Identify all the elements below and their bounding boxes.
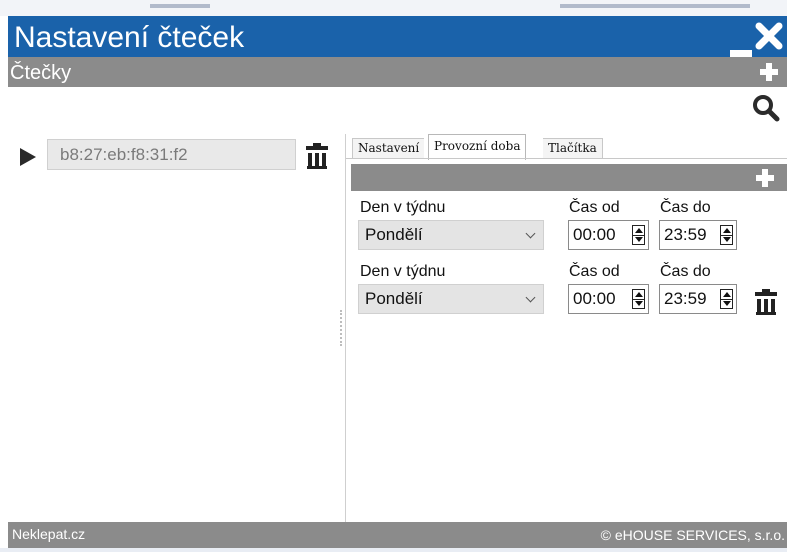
day-label: Den v týdnu: [360, 263, 446, 280]
reader-detail-panel: Nastavení Provozní doba Tlačítka Den v t…: [345, 134, 787, 522]
close-icon[interactable]: [754, 21, 784, 51]
chevron-down-icon: [525, 228, 536, 239]
window-title: Nastavení čteček: [14, 21, 245, 54]
window-titlebar: Nastavení čteček: [8, 16, 787, 57]
reader-id-field[interactable]: b8:27:eb:f8:31:f2: [47, 139, 296, 170]
tab-provozni-doba[interactable]: Provozní doba: [428, 134, 527, 160]
spinner-arrows-icon[interactable]: [720, 225, 733, 245]
time-to-value: 23:59: [664, 225, 707, 244]
time-to-label: Čas do: [660, 263, 711, 280]
triangle-right-icon[interactable]: [20, 148, 36, 166]
time-from-value: 00:00: [573, 289, 616, 308]
chevron-down-icon: [525, 292, 536, 303]
tab-nastaveni[interactable]: Nastavení: [352, 138, 425, 159]
time-to-input[interactable]: 23:59: [659, 284, 737, 314]
tab-bar: Nastavení Provozní doba Tlačítka: [346, 134, 787, 160]
background-blur: [560, 4, 750, 8]
tab-tlacitka[interactable]: Tlačítka: [543, 138, 603, 159]
add-reader-plus-icon[interactable]: [760, 63, 778, 81]
spinner-arrows-icon[interactable]: [632, 225, 645, 245]
search-icon[interactable]: [752, 94, 780, 122]
day-label: Den v týdnu: [360, 199, 446, 216]
time-from-label: Čas od: [569, 199, 620, 216]
footer-copyright: © eHOUSE SERVICES, s.r.o.: [600, 527, 785, 543]
time-to-label: Čas do: [660, 199, 711, 216]
day-select-value: Pondělí: [365, 225, 423, 244]
time-from-label: Čas od: [569, 263, 620, 280]
day-select-value: Pondělí: [365, 289, 423, 308]
time-to-input[interactable]: 23:59: [659, 220, 737, 250]
footer-left-text: Neklepat.cz: [12, 526, 86, 542]
background-blur: [150, 4, 210, 8]
day-select[interactable]: Pondělí: [358, 220, 544, 250]
add-schedule-plus-icon[interactable]: [756, 169, 774, 187]
status-footer: Neklepat.cz © eHOUSE SERVICES, s.r.o.: [8, 522, 787, 548]
background-strip: [0, 0, 787, 16]
minimize-icon[interactable]: [730, 50, 752, 57]
trash-icon[interactable]: [755, 289, 777, 315]
spinner-arrows-icon[interactable]: [720, 289, 733, 309]
panel-splitter[interactable]: [340, 310, 342, 346]
day-select[interactable]: Pondělí: [358, 284, 544, 314]
background-strip: [0, 548, 787, 552]
time-from-input[interactable]: 00:00: [568, 284, 649, 314]
schedule-toolbar: [351, 164, 787, 191]
trash-icon[interactable]: [306, 143, 328, 169]
section-header: Čtečky: [8, 57, 787, 87]
spinner-arrows-icon[interactable]: [632, 289, 645, 309]
app-root: Nastavení čteček Čtečky b8:27:eb:f8:31:f…: [0, 0, 787, 552]
section-title: Čtečky: [10, 62, 72, 84]
time-to-value: 23:59: [664, 289, 707, 308]
tab-divider: [346, 158, 787, 159]
time-from-input[interactable]: 00:00: [568, 220, 649, 250]
time-from-value: 00:00: [573, 225, 616, 244]
